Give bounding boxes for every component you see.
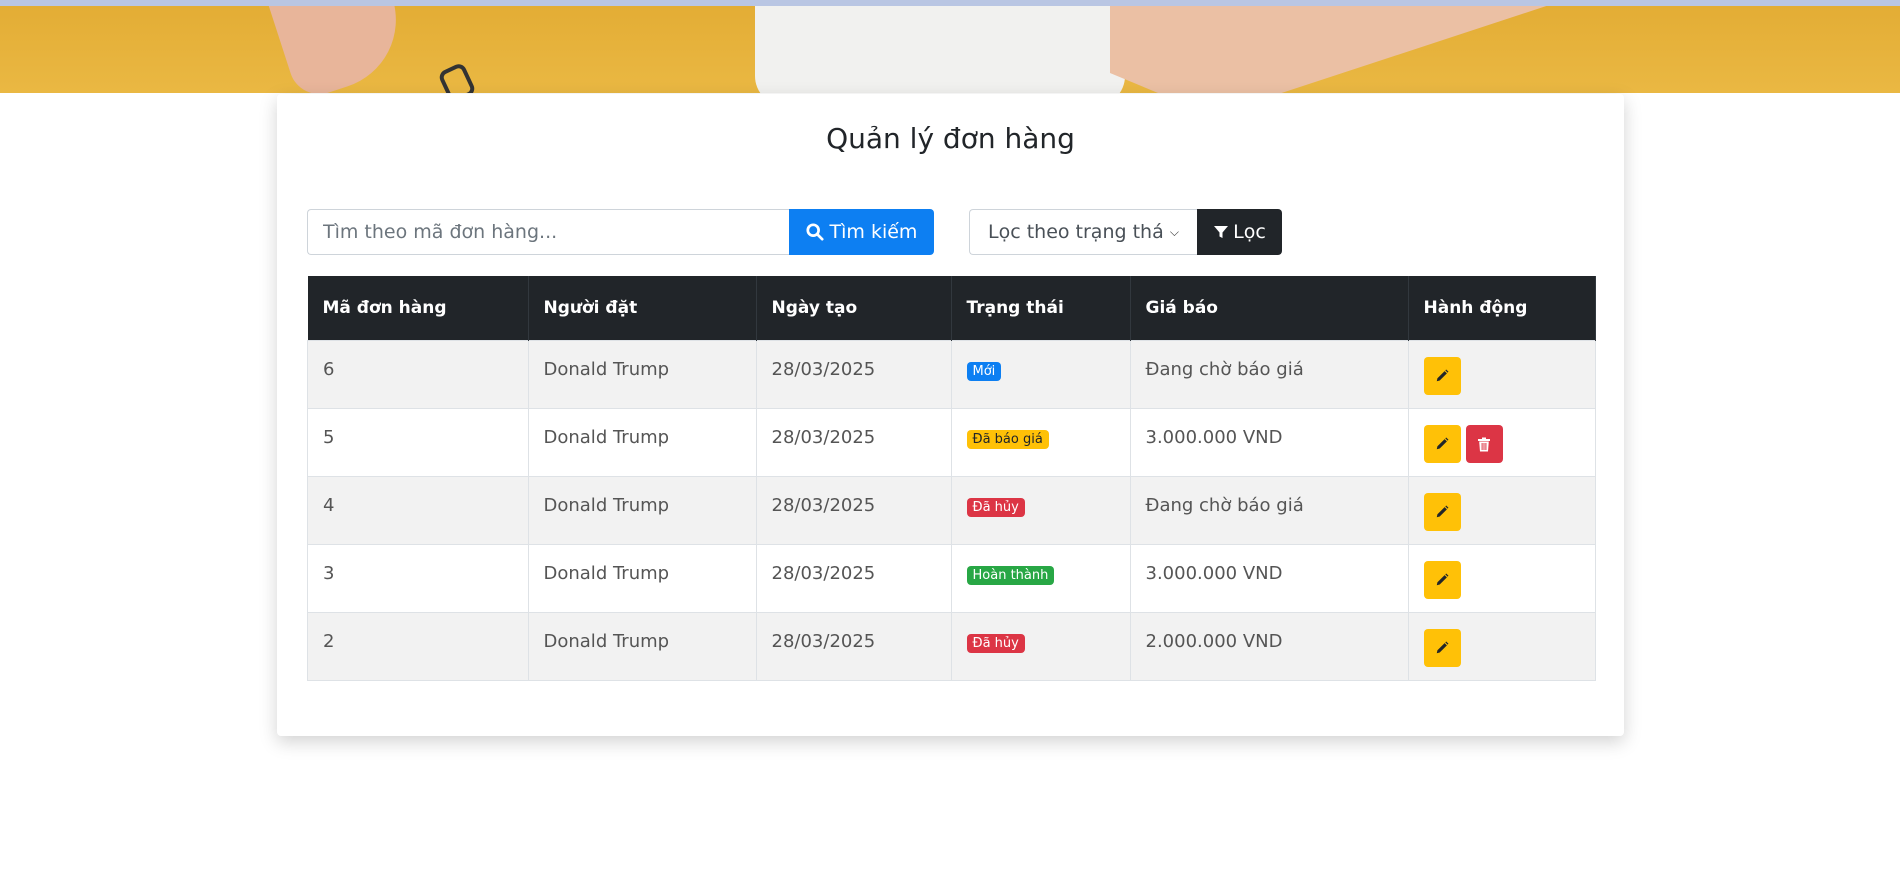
cell-status: Đã hủy — [950, 476, 1131, 545]
search-input[interactable] — [307, 209, 789, 255]
search-button[interactable]: Tìm kiếm — [789, 209, 934, 255]
pencil-icon — [1436, 437, 1449, 450]
hero-shirt — [755, 6, 1125, 93]
status-badge: Đã hủy — [966, 498, 1025, 517]
cell-created-date: 28/03/2025 — [755, 408, 952, 477]
edit-button[interactable] — [1423, 493, 1461, 531]
edit-button[interactable] — [1423, 357, 1461, 395]
cell-quoted-price: 2.000.000 VND — [1129, 612, 1409, 681]
edit-button[interactable] — [1423, 561, 1461, 599]
header-actions: Hành động — [1408, 276, 1596, 341]
cell-quoted-price: Đang chờ báo giá — [1129, 340, 1409, 409]
header-quoted-price: Giá báo — [1130, 276, 1409, 341]
status-badge: Đã báo giá — [966, 430, 1049, 449]
table-row: 6 Donald Trump 28/03/2025 Mới Đang chờ báo g… — [307, 340, 1596, 409]
hero-bracelet — [437, 61, 477, 93]
cell-customer: Donald Trump — [527, 340, 757, 409]
chevron-down-icon: ⌵ — [1169, 224, 1179, 239]
orders-table-body: 6 Donald Trump 28/03/2025 Mới Đang chờ báo g… — [307, 340, 1596, 681]
pencil-icon — [1436, 505, 1449, 518]
search-group: Tìm kiếm — [307, 209, 934, 255]
filter-icon — [1214, 226, 1229, 238]
page-title: Quản lý đơn hàng — [826, 122, 1075, 155]
table-row: 3 Donald Trump 28/03/2025 Hoàn thành 3.000.0… — [307, 544, 1596, 613]
cell-order-id: 2 — [307, 612, 529, 681]
row-actions — [1423, 493, 1581, 531]
pencil-icon — [1436, 641, 1449, 654]
pencil-icon — [1436, 573, 1449, 586]
cell-status: Hoàn thành — [950, 544, 1131, 613]
table-row: 4 Donald Trump 28/03/2025 Đã hủy Đang chờ bá… — [307, 476, 1596, 545]
cell-order-id: 4 — [307, 476, 529, 545]
cell-status: Đã báo giá — [950, 408, 1131, 477]
pencil-icon — [1436, 369, 1449, 382]
cell-customer: Donald Trump — [527, 612, 757, 681]
cell-actions — [1407, 612, 1596, 681]
search-button-label: Tìm kiếm — [829, 221, 918, 243]
cell-customer: Donald Trump — [527, 408, 757, 477]
delete-button[interactable] — [1465, 425, 1503, 463]
cell-actions — [1407, 476, 1596, 545]
edit-button[interactable] — [1423, 425, 1461, 463]
cell-order-id: 6 — [307, 340, 529, 409]
cell-created-date: 28/03/2025 — [755, 476, 952, 545]
trash-icon — [1478, 437, 1490, 451]
header-order-id: Mã đơn hàng — [307, 276, 529, 341]
cell-created-date: 28/03/2025 — [755, 544, 952, 613]
status-filter-select[interactable]: Lọc theo trạng thái ⌵ — [969, 209, 1197, 255]
status-badge: Mới — [966, 362, 1002, 381]
hero-arm-left — [265, 6, 415, 93]
header-customer: Người đặt — [528, 276, 757, 341]
hero-arm-right — [1110, 6, 1550, 93]
table-header-row: Mã đơn hàng Người đặt Ngày tạo Trạng thá… — [307, 276, 1596, 341]
header-created-date: Ngày tạo — [756, 276, 952, 341]
filter-button-label: Lọc — [1233, 221, 1266, 243]
cell-quoted-price: 3.000.000 VND — [1129, 408, 1409, 477]
cell-created-date: 28/03/2025 — [755, 612, 952, 681]
row-actions — [1423, 561, 1581, 599]
cell-actions — [1407, 408, 1596, 477]
status-filter-value: Lọc theo trạng thái — [988, 221, 1163, 243]
table-row: 5 Donald Trump 28/03/2025 Đã báo giá 3.000.0… — [307, 408, 1596, 477]
cell-customer: Donald Trump — [527, 544, 757, 613]
cell-quoted-price: 3.000.000 VND — [1129, 544, 1409, 613]
cell-order-id: 3 — [307, 544, 529, 613]
hero-banner-image — [0, 6, 1900, 93]
search-icon — [805, 223, 824, 241]
row-actions — [1423, 629, 1581, 667]
table-row: 2 Donald Trump 28/03/2025 Đã hủy 2.000.000 V… — [307, 612, 1596, 681]
status-badge: Đã hủy — [966, 634, 1025, 653]
orders-card: Quản lý đơn hàng Tìm kiếm Lọc theo trạng… — [277, 94, 1624, 736]
cell-order-id: 5 — [307, 408, 529, 477]
orders-table: Mã đơn hàng Người đặt Ngày tạo Trạng thá… — [307, 276, 1596, 681]
cell-customer: Donald Trump — [527, 476, 757, 545]
header-status: Trạng thái — [951, 276, 1131, 341]
cell-status: Mới — [950, 340, 1131, 409]
filter-group: Lọc theo trạng thái ⌵ Lọc — [969, 209, 1282, 255]
row-actions — [1423, 357, 1581, 395]
filter-button[interactable]: Lọc — [1197, 209, 1282, 255]
cell-actions — [1407, 544, 1596, 613]
status-badge: Hoàn thành — [966, 566, 1055, 585]
cell-status: Đã hủy — [950, 612, 1131, 681]
row-actions — [1423, 425, 1581, 463]
edit-button[interactable] — [1423, 629, 1461, 667]
cell-actions — [1407, 340, 1596, 409]
cell-created-date: 28/03/2025 — [755, 340, 952, 409]
cell-quoted-price: Đang chờ báo giá — [1129, 476, 1409, 545]
